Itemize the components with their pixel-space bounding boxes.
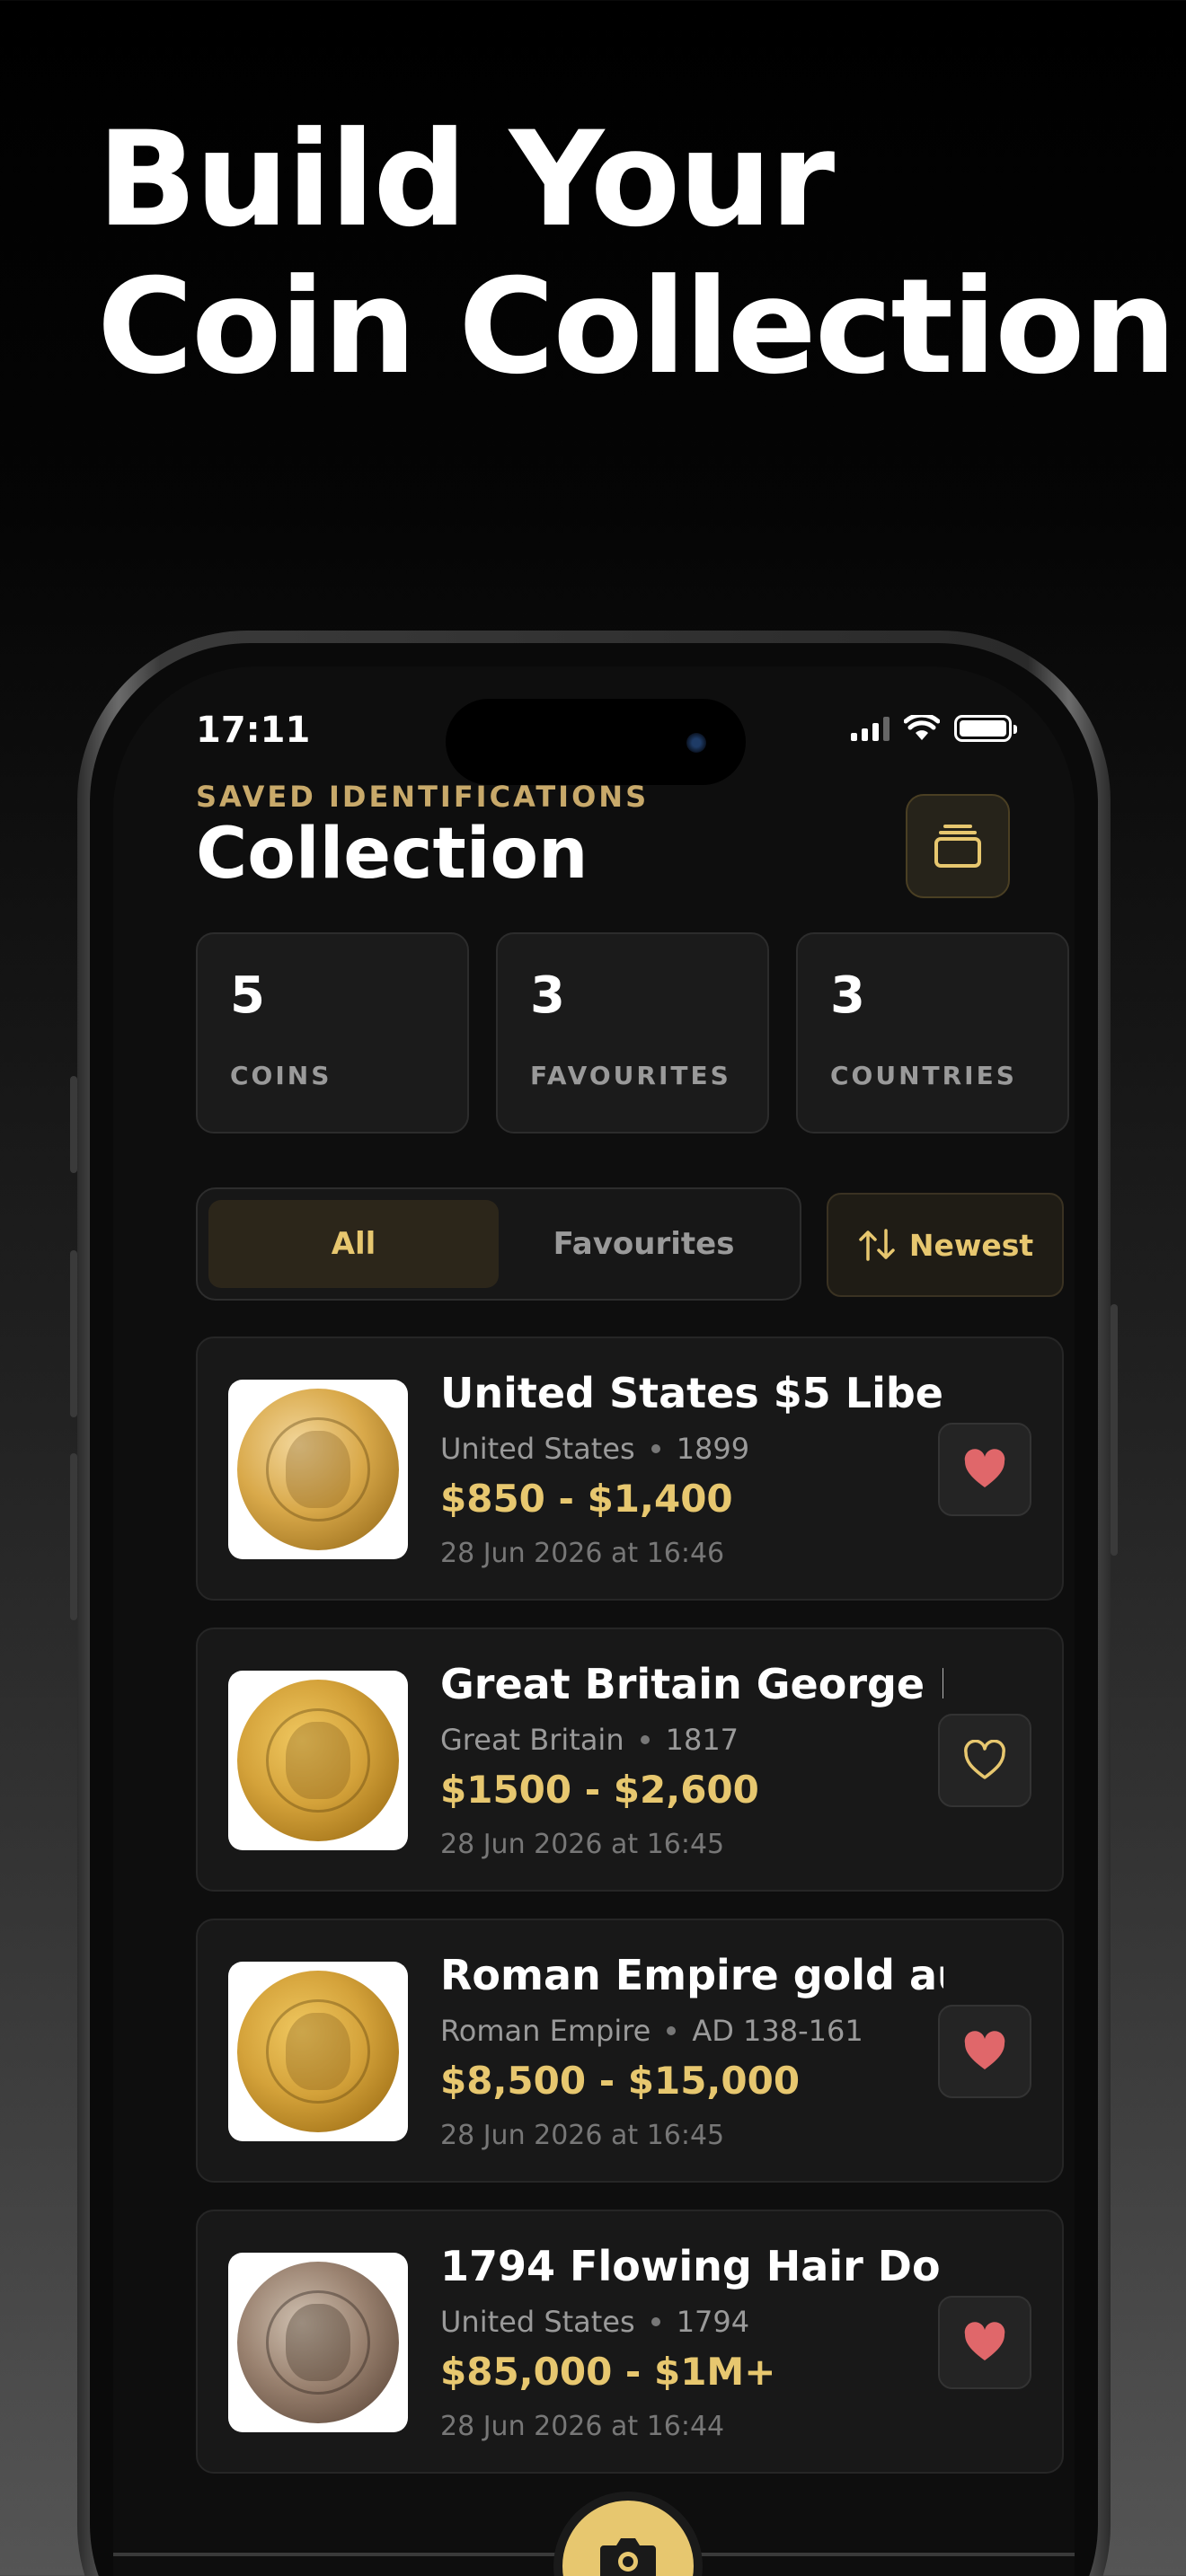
app-screen: 17:11 SAVED IDENTIFICATIONS Collection 5… bbox=[113, 666, 1075, 2576]
headline-line-1: Build Your bbox=[97, 103, 835, 256]
status-icons bbox=[851, 715, 1017, 742]
filter-segmented-control: All Favourites bbox=[196, 1187, 801, 1301]
phone-volume-up-button bbox=[70, 1250, 77, 1417]
heart-filled-icon bbox=[964, 2322, 1005, 2360]
tab-all[interactable]: All bbox=[208, 1200, 499, 1288]
stat-coins: 5 COINS bbox=[196, 932, 469, 1134]
coin-name: Roman Empire gold au... bbox=[440, 1951, 943, 1999]
coin-meta: United States 1899 bbox=[440, 1432, 749, 1466]
battery-icon bbox=[954, 715, 1017, 742]
phone-frame: 17:11 SAVED IDENTIFICATIONS Collection 5… bbox=[77, 631, 1111, 2576]
coin-name: United States $5 Liber... bbox=[440, 1369, 943, 1417]
separator-dot bbox=[651, 1444, 660, 1453]
stat-value: 5 bbox=[230, 966, 265, 1025]
coin-price: $850 - $1,400 bbox=[440, 1477, 733, 1521]
section-eyebrow: SAVED IDENTIFICATIONS bbox=[196, 780, 650, 814]
coin-date: 28 Jun 2026 at 16:46 bbox=[440, 1538, 725, 1569]
coin-image-gold-portrait bbox=[228, 1671, 408, 1850]
separator-dot bbox=[640, 1735, 650, 1744]
coin-price: $1500 - $2,600 bbox=[440, 1768, 759, 1812]
coin-year: 1794 bbox=[676, 2305, 750, 2339]
separator-dot bbox=[667, 2026, 677, 2035]
coin-country: United States bbox=[440, 1432, 635, 1466]
coin-name: Great Britain George III... bbox=[440, 1660, 943, 1708]
coin-card[interactable]: Roman Empire gold au... Roman Empire AD … bbox=[196, 1919, 1064, 2183]
coin-name: 1794 Flowing Hair Dollar bbox=[440, 2242, 943, 2290]
stat-label: FAVOURITES bbox=[530, 1061, 731, 1090]
stat-value: 3 bbox=[830, 966, 865, 1025]
tab-favourites[interactable]: Favourites bbox=[499, 1200, 789, 1288]
coin-country: Great Britain bbox=[440, 1723, 624, 1757]
collections-button[interactable] bbox=[906, 794, 1010, 898]
front-camera bbox=[686, 733, 706, 753]
sort-label: Newest bbox=[908, 1227, 1034, 1263]
coin-meta: United States 1794 bbox=[440, 2305, 749, 2339]
headline-line-2: Coin Collection bbox=[97, 251, 1176, 403]
coin-image-gold-eagle bbox=[228, 1380, 408, 1559]
favourite-button[interactable] bbox=[938, 2005, 1031, 2098]
sort-button[interactable]: Newest bbox=[827, 1193, 1064, 1297]
coin-date: 28 Jun 2026 at 16:45 bbox=[440, 2120, 725, 2151]
coin-country: United States bbox=[440, 2305, 635, 2339]
coin-price: $8,500 - $15,000 bbox=[440, 2059, 801, 2103]
sort-arrows-icon bbox=[859, 1229, 895, 1261]
coin-country: Roman Empire bbox=[440, 2014, 651, 2048]
wifi-icon bbox=[904, 715, 940, 740]
stat-favourites: 3 FAVOURITES bbox=[496, 932, 769, 1134]
separator-dot bbox=[651, 2317, 660, 2326]
coin-card[interactable]: 1794 Flowing Hair Dollar United States 1… bbox=[196, 2210, 1064, 2474]
coin-image-silver-dollar bbox=[228, 2253, 408, 2432]
coin-meta: Great Britain 1817 bbox=[440, 1723, 739, 1757]
coin-list: United States $5 Liber... United States … bbox=[196, 1337, 1064, 2501]
scan-coin-button[interactable] bbox=[553, 2492, 703, 2576]
stat-label: COINS bbox=[230, 1061, 332, 1090]
phone-volume-down-button bbox=[70, 1453, 77, 1620]
coin-card[interactable]: Great Britain George III... Great Britai… bbox=[196, 1628, 1064, 1892]
stack-icon bbox=[934, 825, 981, 868]
coin-image-roman-aureus bbox=[228, 1962, 408, 2141]
cellular-signal-icon bbox=[851, 716, 890, 741]
favourite-button[interactable] bbox=[938, 1714, 1031, 1807]
stat-countries: 3 COUNTRIES bbox=[796, 932, 1069, 1134]
coin-meta: Roman Empire AD 138-161 bbox=[440, 2014, 863, 2048]
phone-power-button bbox=[1111, 1304, 1118, 1556]
heart-outline-icon bbox=[964, 1740, 1005, 1779]
favourite-button[interactable] bbox=[938, 2296, 1031, 2389]
coin-year: 1899 bbox=[676, 1432, 750, 1466]
page-title: Collection bbox=[196, 814, 589, 895]
coin-year: 1817 bbox=[665, 1723, 739, 1757]
marketing-headline: Build Your Coin Collection bbox=[97, 103, 1176, 403]
stat-value: 3 bbox=[530, 966, 565, 1025]
coin-date: 28 Jun 2026 at 16:45 bbox=[440, 1829, 725, 1860]
status-time: 17:11 bbox=[196, 710, 311, 751]
phone-action-button bbox=[70, 1076, 77, 1173]
heart-filled-icon bbox=[964, 2031, 1005, 2069]
stat-label: COUNTRIES bbox=[830, 1061, 1017, 1090]
coin-year: AD 138-161 bbox=[692, 2014, 863, 2048]
coin-price: $85,000 - $1M+ bbox=[440, 2350, 776, 2394]
favourite-button[interactable] bbox=[938, 1423, 1031, 1516]
camera-icon bbox=[600, 2538, 656, 2576]
coin-card[interactable]: United States $5 Liber... United States … bbox=[196, 1337, 1064, 1601]
heart-filled-icon bbox=[964, 1449, 1005, 1487]
coin-date: 28 Jun 2026 at 16:44 bbox=[440, 2411, 725, 2442]
stats-row: 5 COINS 3 FAVOURITES 3 COUNTRIES bbox=[196, 932, 1069, 1134]
